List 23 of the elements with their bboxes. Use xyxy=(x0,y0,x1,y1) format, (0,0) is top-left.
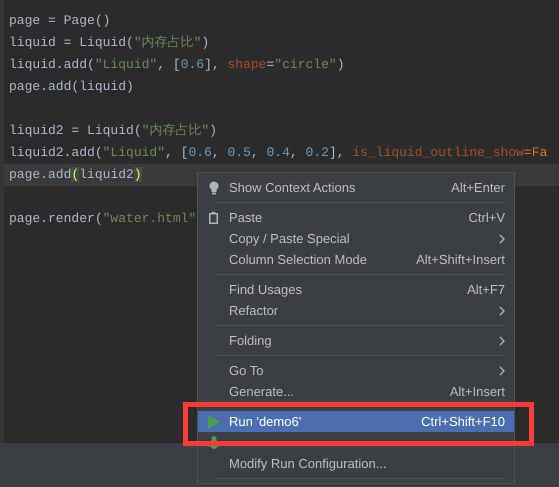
menu-item[interactable]: Folding xyxy=(198,330,514,351)
menu-item[interactable]: Find Usages Alt+F7 xyxy=(198,279,514,300)
lightbulb-icon xyxy=(208,180,218,194)
menu-item[interactable]: Column Selection Mode Alt+Shift+Insert xyxy=(198,249,514,270)
code-line: liquid.add("Liquid", [0.6], shape="circle") xyxy=(9,57,345,72)
menu-item[interactable]: Generate... Alt+Insert xyxy=(198,381,514,402)
code-line: liquid2.add("Liquid", [0.6, 0.5, 0.4, 0.2], is_liquid_outline_show=Fa xyxy=(9,145,548,160)
code-line: liquid = Liquid("内存占比") xyxy=(9,35,210,50)
menu-item[interactable]: Run 'demo6' Ctrl+Shift+F10 xyxy=(198,411,514,432)
code-line: page = Page() xyxy=(9,13,110,28)
code-line: page.add(liquid2) xyxy=(9,167,142,182)
play-icon xyxy=(208,414,220,428)
code-line: page.add(liquid) xyxy=(9,79,134,94)
bug-icon xyxy=(208,436,220,449)
menu-item[interactable]: Refactor xyxy=(198,300,514,321)
code-line: page.render("water.html" xyxy=(9,211,196,226)
menu-item[interactable]: Go To xyxy=(198,360,514,381)
clipboard-icon xyxy=(208,211,219,224)
menu-item[interactable]: Modify Run Configuration... xyxy=(198,453,514,474)
menu-item[interactable]: Copy / Paste Special xyxy=(198,228,514,249)
menu-item[interactable]: Show Context Actions Alt+Enter xyxy=(198,177,514,198)
code-line: liquid2 = Liquid("内存占比") xyxy=(9,123,218,138)
menu-item[interactable]: Paste Ctrl+V xyxy=(198,207,514,228)
